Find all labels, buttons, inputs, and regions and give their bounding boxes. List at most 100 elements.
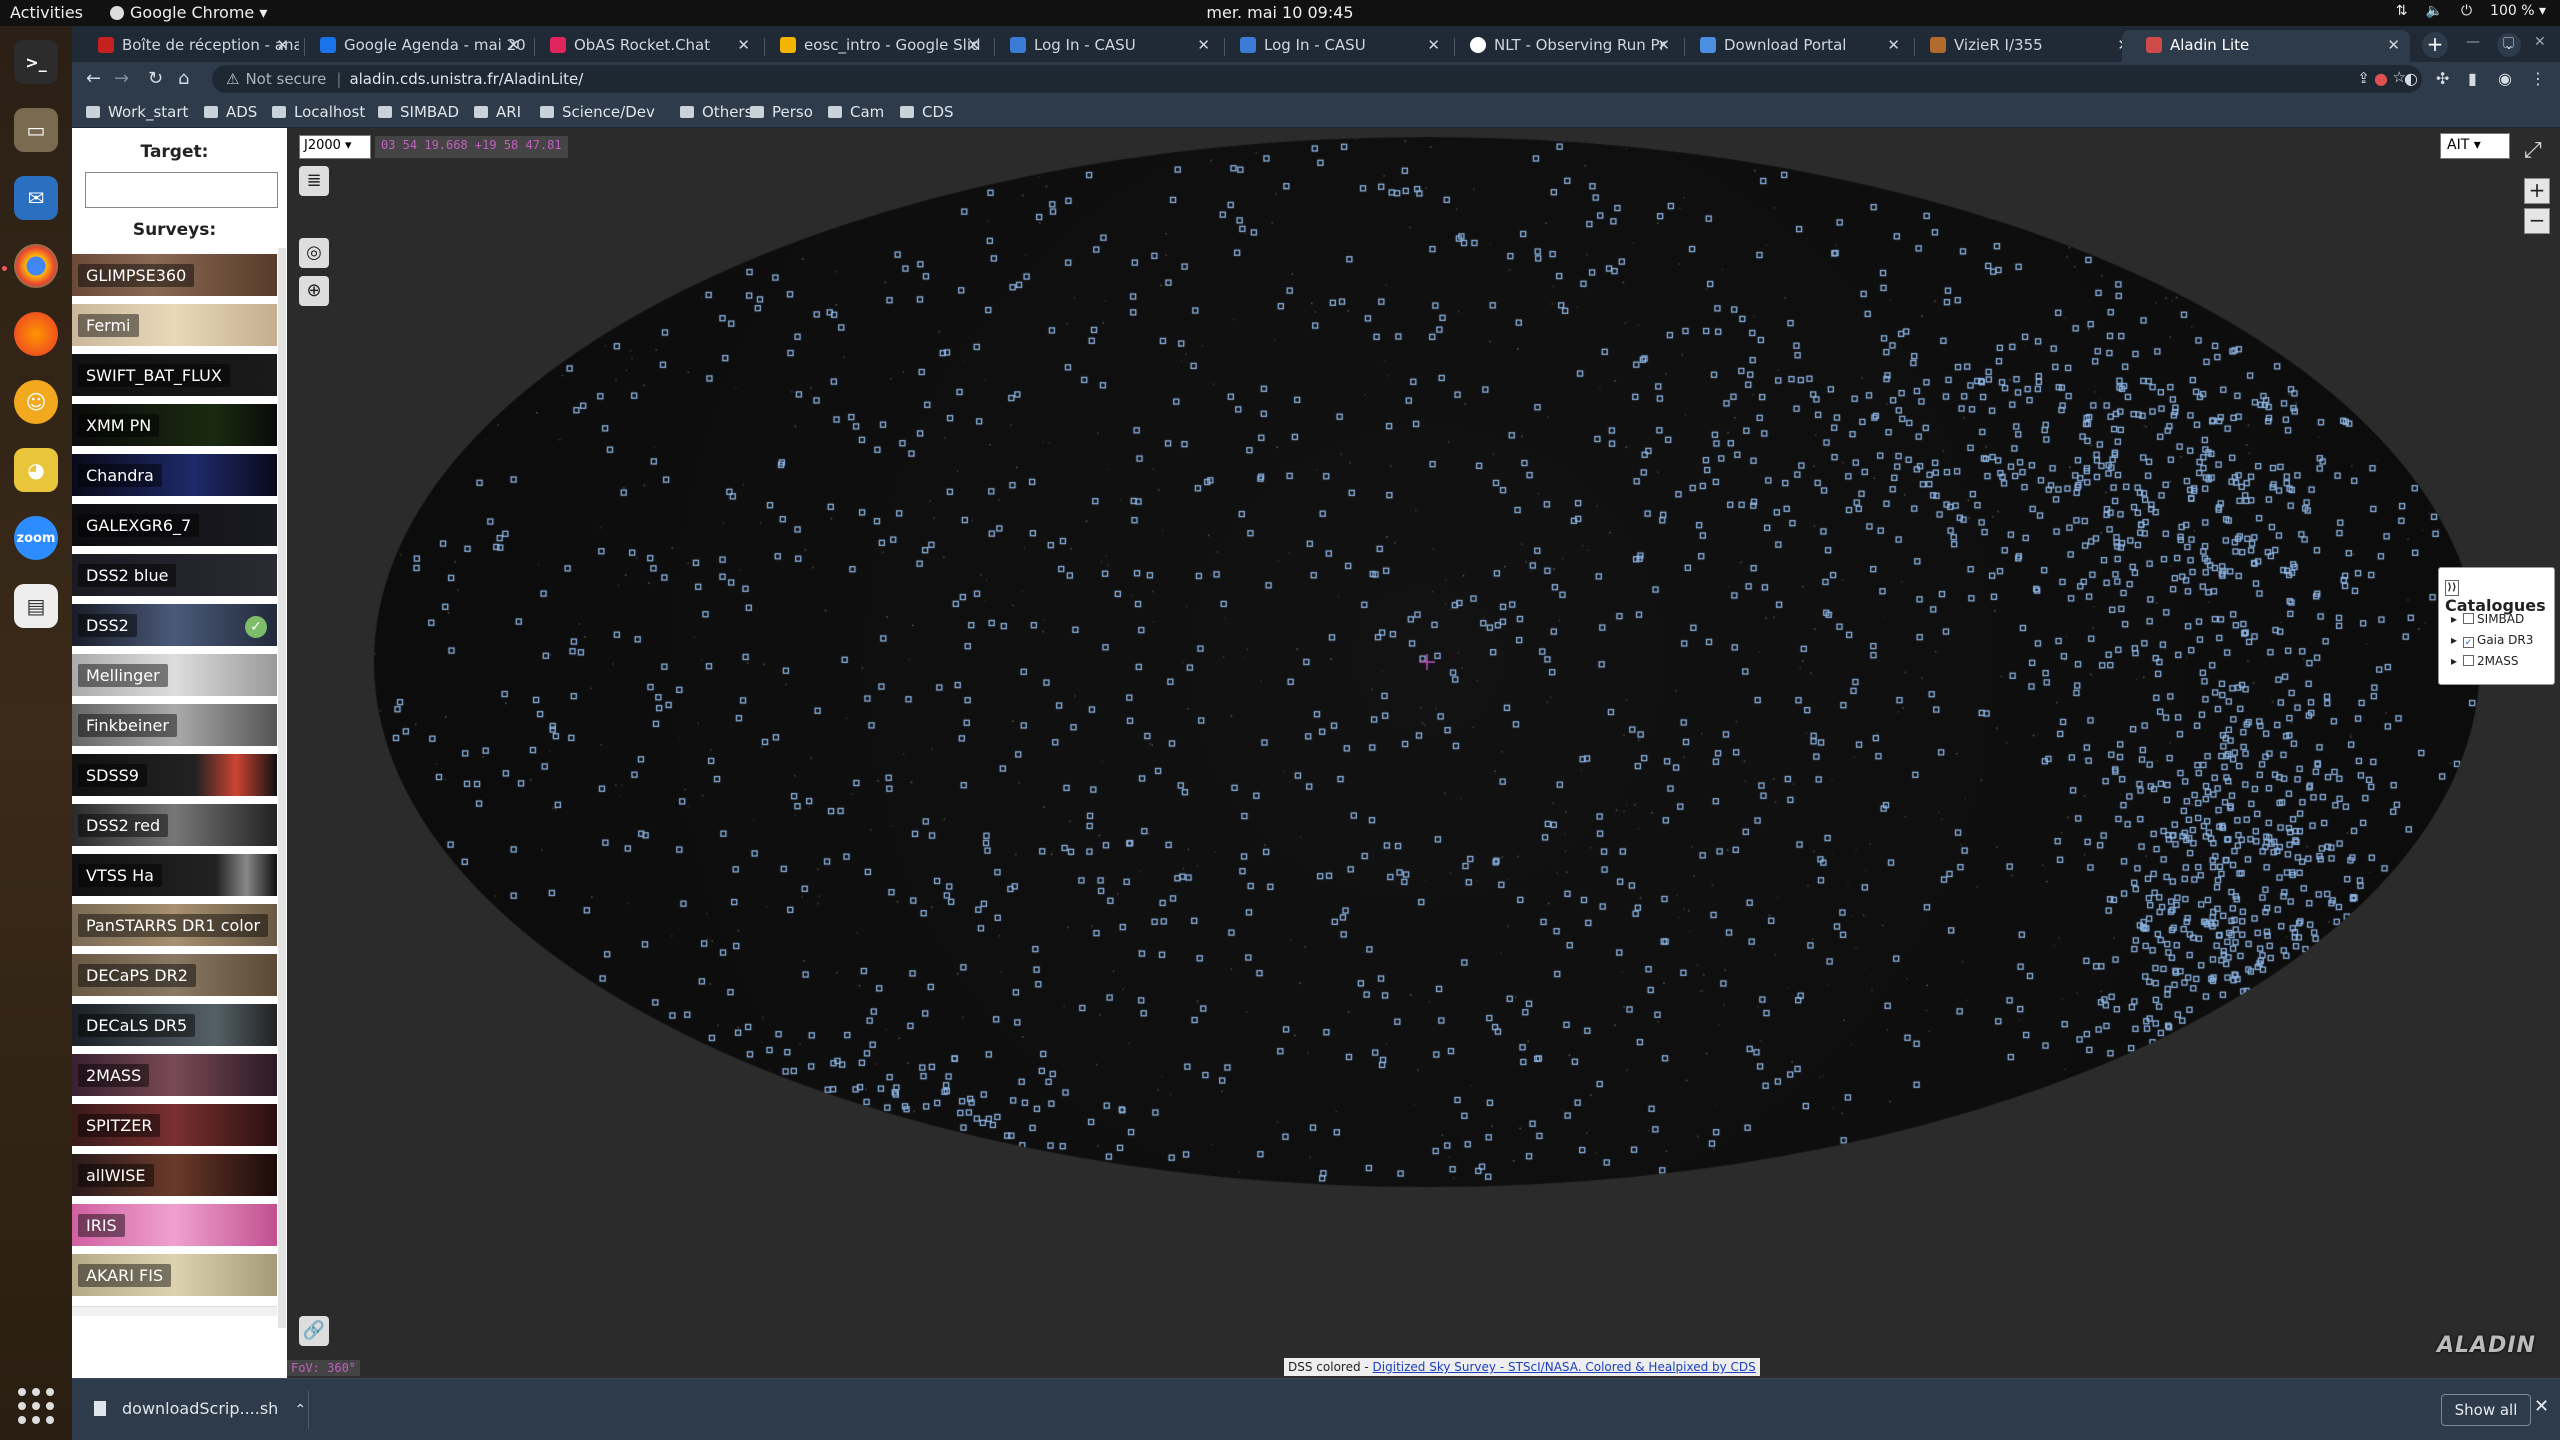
target-icon[interactable]: ◎: [299, 238, 329, 268]
sky-view[interactable]: J2000 ▾ 03 54 19.668 +19 58 47.81 ≣ ◎ ⊕ …: [287, 128, 2560, 1378]
close-download-bar-icon[interactable]: ✕: [2534, 1396, 2549, 1417]
tab-nlt-observing[interactable]: NLT - Observing Run Pr ✕: [1458, 30, 1680, 62]
app-menu[interactable]: Google Chrome ▾: [110, 3, 267, 22]
close-tab-icon[interactable]: ✕: [276, 36, 289, 54]
bookmark-cds[interactable]: CDS: [900, 103, 954, 121]
survey-panel-scrollbar[interactable]: [278, 248, 286, 1328]
show-applications-icon[interactable]: [18, 1388, 54, 1424]
clock[interactable]: mer. mai 10 09:45: [0, 3, 2560, 22]
survey-item[interactable]: XMM PN: [72, 404, 277, 450]
address-bar[interactable]: ⚠ Not secure | aladin.cds.unistra.fr/Aladin…: [212, 65, 2422, 93]
survey-item[interactable]: SWIFT_BAT_FLUX: [72, 354, 277, 400]
zoom-in-button[interactable]: +: [2524, 178, 2550, 204]
sky-canvas[interactable]: [287, 128, 2560, 1378]
survey-item[interactable]: VTSS Ha: [72, 854, 277, 900]
chrome-menu-icon[interactable]: ⋮: [2530, 69, 2546, 88]
survey-item[interactable]: DECaPS DR2: [72, 954, 277, 1000]
show-all-button[interactable]: Show all: [2441, 1394, 2531, 1426]
chrome-icon[interactable]: [14, 244, 58, 288]
gaia-dr3-checkbox[interactable]: ✓: [2463, 637, 2475, 648]
survey-item[interactable]: Fermi: [72, 304, 277, 350]
bookmark-perso[interactable]: Perso: [750, 103, 813, 121]
tab-gmail[interactable]: Boîte de réception - ana ✕: [86, 30, 299, 62]
2mass-checkbox[interactable]: [2463, 655, 2475, 666]
bookmark-science-dev[interactable]: Science/Dev: [540, 103, 655, 121]
survey-item[interactable]: GLIMPSE360: [72, 254, 277, 300]
bookmark-ari[interactable]: ARI: [474, 103, 521, 121]
survey-item[interactable]: GALEXGR6_7: [72, 504, 277, 550]
forward-icon[interactable]: →: [114, 68, 129, 89]
zoom-out-button[interactable]: −: [2524, 208, 2550, 234]
aladin-logo[interactable]: ALADIN: [2437, 1333, 2536, 1358]
projection-select[interactable]: AIT ▾: [2440, 133, 2510, 159]
survey-item[interactable]: DECaLS DR5: [72, 1004, 277, 1050]
catalogues-title[interactable]: ⟩⟩Catalogues: [2445, 576, 2554, 615]
close-tab-icon[interactable]: ✕: [2387, 36, 2400, 54]
frame-select[interactable]: J2000 ▾: [299, 135, 371, 159]
simbad-checkbox[interactable]: [2463, 613, 2475, 624]
extension-icon[interactable]: ●: [2374, 69, 2388, 88]
close-tab-icon[interactable]: ✕: [507, 36, 520, 54]
bookmark-ads[interactable]: ADS: [204, 103, 257, 121]
window-close-icon[interactable]: ✕: [2534, 34, 2546, 50]
tab-aladin-lite[interactable]: Aladin Lite ✕: [2122, 30, 2410, 62]
survey-item[interactable]: AKARI FIS: [72, 1254, 277, 1300]
extension-icon[interactable]: ◐: [2404, 69, 2418, 88]
bookmark-cam[interactable]: Cam: [828, 103, 884, 121]
survey-item[interactable]: DSS2 blue: [72, 554, 277, 600]
survey-item[interactable]: DSS2 red: [72, 804, 277, 850]
collapse-icon[interactable]: ⟩⟩: [2445, 580, 2459, 596]
stack-layers-icon[interactable]: ≣: [299, 166, 329, 196]
survey-item[interactable]: DSS2 ✓: [72, 604, 277, 650]
survey-item[interactable]: Finkbeiner: [72, 704, 277, 750]
extensions-puzzle-icon[interactable]: ✣: [2436, 69, 2449, 88]
grid-icon[interactable]: ⊕: [299, 276, 329, 306]
thunderbird-icon[interactable]: ✉: [14, 176, 58, 220]
survey-item[interactable]: SPITZER: [72, 1104, 277, 1150]
close-tab-icon[interactable]: ✕: [1657, 36, 1670, 54]
files-icon[interactable]: ▭: [14, 108, 58, 152]
download-item[interactable]: downloadScrip....sh ⌃: [94, 1399, 306, 1418]
bookmark-localhost[interactable]: Localhost: [272, 103, 365, 121]
close-tab-icon[interactable]: ✕: [967, 36, 980, 54]
tab-google-slides[interactable]: eosc_intro - Google Slid ✕: [768, 30, 990, 62]
chevron-up-icon[interactable]: ⌃: [294, 1402, 306, 1418]
system-tray[interactable]: ⇅ 🔈 ⏻ 100 % ▾: [2396, 3, 2546, 19]
close-tab-icon[interactable]: ✕: [1197, 36, 1210, 54]
home-icon[interactable]: ⌂: [178, 68, 189, 89]
share-icon[interactable]: ⇪: [2357, 69, 2370, 87]
close-tab-icon[interactable]: ✕: [737, 36, 750, 54]
survey-item[interactable]: PanSTARRS DR1 color: [72, 904, 277, 950]
activities-button[interactable]: Activities: [10, 3, 83, 22]
profile-avatar[interactable]: ◉: [2498, 69, 2512, 88]
bookmark-work-start[interactable]: Work_start: [86, 103, 188, 121]
firefox-icon[interactable]: [14, 312, 58, 356]
survey-panel-hscrollbar[interactable]: [72, 1306, 277, 1316]
tab-download-portal[interactable]: Download Portal ✕: [1688, 30, 1910, 62]
tab-google-agenda[interactable]: Google Agenda - mai 20 ✕: [308, 30, 530, 62]
close-tab-icon[interactable]: ✕: [1887, 36, 1900, 54]
maximize-icon[interactable]: ▢: [2502, 34, 2515, 50]
bookmark-others[interactable]: Others: [680, 103, 752, 121]
app-update-icon[interactable]: ☺: [14, 380, 58, 424]
survey-item[interactable]: SDSS9: [72, 754, 277, 800]
zoom-icon[interactable]: zoom: [14, 516, 58, 560]
bookmark-simbad[interactable]: SIMBAD: [378, 103, 459, 121]
survey-item[interactable]: 2MASS: [72, 1054, 277, 1100]
back-icon[interactable]: ←: [86, 68, 101, 89]
tab-vizier[interactable]: VizieR I/355✕: [1918, 30, 2140, 62]
survey-item[interactable]: Chandra: [72, 454, 277, 500]
survey-credit-link[interactable]: Digitized Sky Survey - STScI/NASA. Color…: [1373, 1360, 1756, 1374]
catalogue-2mass[interactable]: ▸ 2MASS: [2451, 654, 2518, 668]
close-tab-icon[interactable]: ✕: [1427, 36, 1440, 54]
reload-icon[interactable]: ↻: [148, 68, 163, 89]
fullscreen-icon[interactable]: ⤢: [2524, 140, 2548, 164]
survey-item[interactable]: Mellinger: [72, 654, 277, 700]
tab-casu-login-1[interactable]: Log In - CASU ✕: [998, 30, 1220, 62]
share-link-icon[interactable]: 🔗: [299, 1316, 329, 1346]
survey-item[interactable]: IRIS: [72, 1204, 277, 1250]
catalogue-simbad[interactable]: ▸ SIMBAD: [2451, 612, 2524, 626]
cat-app-icon[interactable]: ◕: [14, 448, 58, 492]
tab-rocket-chat[interactable]: ObAS Rocket.Chat ✕: [538, 30, 760, 62]
target-input[interactable]: [85, 172, 278, 208]
